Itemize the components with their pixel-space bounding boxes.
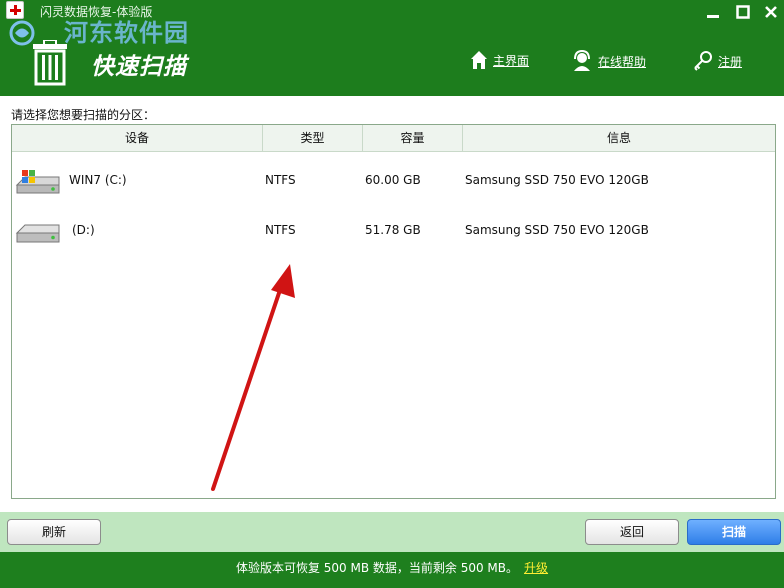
column-device[interactable]: 设备	[12, 125, 263, 151]
minimize-button[interactable]	[698, 0, 728, 24]
drive-icon	[15, 224, 60, 243]
upgrade-link[interactable]: 升级	[524, 561, 548, 575]
device-info: Samsung SSD 750 EVO 120GB	[465, 173, 649, 187]
nav-online-help[interactable]: 在线帮助	[571, 50, 646, 72]
status-bar: 体验版本可恢复 500 MB 数据，当前剩余 500 MB。 升级	[0, 552, 784, 588]
table-row[interactable]: (D:) NTFS 51.78 GB Samsung SSD 750 EVO 1…	[12, 205, 775, 255]
banner-title: 快速扫描	[91, 53, 187, 80]
maximize-icon	[736, 5, 750, 19]
partition-prompt: 请选择您想要扫描的分区：	[11, 108, 156, 122]
red-annotation-arrow	[211, 264, 295, 491]
header: 闪灵数据恢复-体验版 河东软件园 快速扫描 主界面 在线帮助 注册	[0, 0, 784, 96]
device-type: NTFS	[265, 173, 296, 187]
column-capacity[interactable]: 容量	[363, 125, 463, 151]
nav-register[interactable]: 注册	[693, 50, 742, 72]
column-type[interactable]: 类型	[263, 125, 363, 151]
device-type: NTFS	[265, 223, 296, 237]
partition-table: 设备 类型 容量 信息 WIN7 (C:) NTFS 60.00 GB Sams…	[11, 124, 776, 499]
back-button[interactable]: 返回	[585, 519, 679, 545]
headset-user-icon	[574, 50, 590, 71]
device-name: WIN7 (C:)	[69, 173, 127, 187]
nav-home-label: 主界面	[493, 53, 530, 68]
trash-icon	[33, 40, 67, 86]
scan-button[interactable]: 扫描	[687, 519, 781, 545]
home-icon	[471, 51, 487, 69]
status-text: 体验版本可恢复 500 MB 数据，当前剩余 500 MB。	[235, 561, 519, 575]
close-button[interactable]	[756, 0, 784, 24]
table-header: 设备 类型 容量 信息	[12, 125, 775, 152]
maximize-button[interactable]	[728, 0, 758, 24]
key-icon	[694, 51, 712, 71]
refresh-button[interactable]: 刷新	[7, 519, 101, 545]
watermark-text: 河东软件园	[64, 18, 189, 47]
main-panel: 请选择您想要扫描的分区： 设备 类型 容量 信息 WIN7 (C:) NTFS …	[0, 96, 784, 512]
nav-help-label: 在线帮助	[598, 54, 647, 69]
windows-drive-icon	[15, 170, 60, 194]
table-row[interactable]: WIN7 (C:) NTFS 60.00 GB Samsung SSD 750 …	[12, 155, 775, 205]
device-info: Samsung SSD 750 EVO 120GB	[465, 223, 649, 237]
column-info[interactable]: 信息	[463, 125, 775, 151]
nav-register-label: 注册	[718, 54, 743, 69]
close-icon	[765, 6, 777, 18]
device-capacity: 60.00 GB	[365, 173, 421, 187]
minimize-icon	[707, 15, 719, 18]
nav-home[interactable]: 主界面	[470, 50, 529, 70]
button-bar: 刷新 返回 扫描	[0, 512, 784, 552]
device-capacity: 51.78 GB	[365, 223, 421, 237]
app-icon	[6, 1, 24, 19]
device-name: (D:)	[72, 223, 95, 237]
